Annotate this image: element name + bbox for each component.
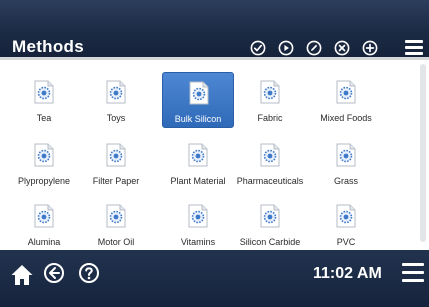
menu-icon[interactable] [405, 40, 423, 56]
method-document-icon [336, 143, 356, 167]
scrollbar[interactable] [420, 64, 426, 242]
home-icon[interactable] [10, 264, 34, 286]
method-label: Grass [333, 176, 358, 186]
play-circle-icon[interactable] [278, 40, 294, 56]
method-label: PVC [336, 237, 356, 247]
method-tile[interactable]: Toys [80, 72, 152, 128]
method-document-icon [106, 143, 126, 167]
method-document-icon [34, 204, 54, 228]
method-tile[interactable]: Grass [310, 135, 382, 191]
method-document-icon [189, 81, 209, 105]
check-circle-icon[interactable] [250, 40, 266, 56]
method-document-icon [106, 80, 126, 104]
method-tile[interactable]: Filter Paper [80, 135, 152, 191]
method-document-icon [188, 204, 208, 228]
method-label: Mixed Foods [320, 113, 372, 123]
method-document-icon [260, 80, 280, 104]
method-document-icon [336, 80, 356, 104]
method-document-icon [34, 80, 54, 104]
method-document-icon [260, 143, 280, 167]
clock: 11:02 AM [313, 265, 382, 282]
help-icon[interactable] [78, 262, 100, 284]
edit-circle-icon[interactable] [306, 40, 322, 56]
method-document-icon [188, 143, 208, 167]
method-document-icon [34, 143, 54, 167]
method-document-icon [260, 204, 280, 228]
back-icon[interactable] [43, 262, 65, 284]
page-title: Methods [12, 37, 84, 56]
close-circle-icon[interactable] [334, 40, 350, 56]
method-document-icon [106, 204, 126, 228]
method-tile[interactable]: PVC [310, 196, 382, 252]
method-tile[interactable]: Motor Oil [80, 196, 152, 252]
add-circle-icon[interactable] [362, 40, 378, 56]
method-tile[interactable]: Mixed Foods [310, 72, 382, 128]
footer-menu-icon[interactable] [402, 263, 424, 283]
method-document-icon [336, 204, 356, 228]
